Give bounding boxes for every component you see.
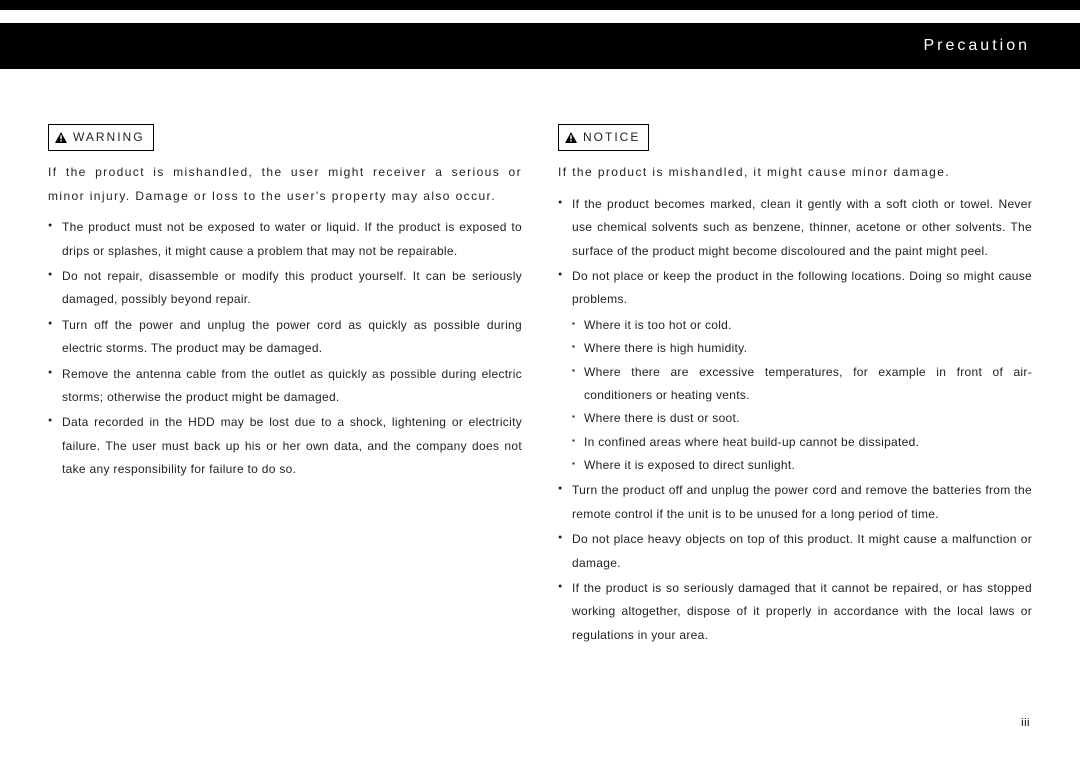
top-border bbox=[0, 0, 1080, 10]
right-column: NOTICE If the product is mishandled, it … bbox=[558, 124, 1032, 649]
list-item: In confined areas where heat build-up ca… bbox=[572, 431, 1032, 454]
notice-box: NOTICE bbox=[558, 124, 649, 151]
list-item: If the product is so seriously damaged t… bbox=[558, 577, 1032, 647]
list-item: Where it is too hot or cold. bbox=[572, 314, 1032, 337]
page-number: iii bbox=[1021, 717, 1030, 729]
page-title: Precaution bbox=[924, 37, 1031, 55]
notice-list: If the product becomes marked, clean it … bbox=[558, 193, 1032, 647]
left-column: WARNING If the product is mishandled, th… bbox=[48, 124, 522, 649]
notice-intro: If the product is mishandled, it might c… bbox=[558, 161, 1032, 184]
warning-icon bbox=[55, 132, 67, 143]
list-item: Do not repair, disassemble or modify thi… bbox=[48, 265, 522, 312]
list-item: Remove the antenna cable from the outlet… bbox=[48, 363, 522, 410]
notice-label: NOTICE bbox=[583, 126, 640, 149]
list-item: The product must not be exposed to water… bbox=[48, 216, 522, 263]
list-item-text: Do not place or keep the product in the … bbox=[572, 269, 1032, 306]
list-item: Do not place or keep the product in the … bbox=[558, 265, 1032, 478]
list-item: Where there are excessive temperatures, … bbox=[572, 361, 1032, 408]
page-body: WARNING If the product is mishandled, th… bbox=[0, 69, 1080, 649]
list-item: Turn the product off and unplug the powe… bbox=[558, 479, 1032, 526]
warning-label: WARNING bbox=[73, 126, 145, 149]
warning-icon bbox=[565, 132, 577, 143]
list-item: Turn off the power and unplug the power … bbox=[48, 314, 522, 361]
sub-list: Where it is too hot or cold. Where there… bbox=[572, 314, 1032, 478]
header-bar: Precaution bbox=[0, 23, 1080, 69]
list-item: Where there is high humidity. bbox=[572, 337, 1032, 360]
list-item: If the product becomes marked, clean it … bbox=[558, 193, 1032, 263]
list-item: Data recorded in the HDD may be lost due… bbox=[48, 411, 522, 481]
warning-intro: If the product is mishandled, the user m… bbox=[48, 161, 522, 208]
list-item: Do not place heavy objects on top of thi… bbox=[558, 528, 1032, 575]
list-item: Where there is dust or soot. bbox=[572, 407, 1032, 430]
warning-list: The product must not be exposed to water… bbox=[48, 216, 522, 481]
list-item: Where it is exposed to direct sunlight. bbox=[572, 454, 1032, 477]
warning-box: WARNING bbox=[48, 124, 154, 151]
